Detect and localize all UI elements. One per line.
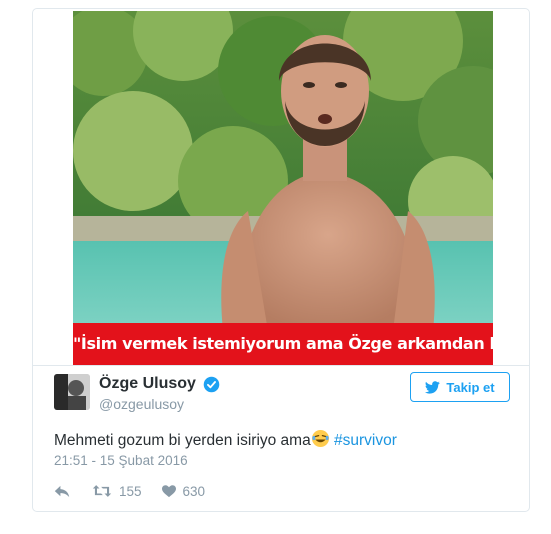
reply-icon [54, 485, 70, 497]
avatar-image [54, 374, 90, 410]
reply-button[interactable] [54, 485, 70, 498]
like-button[interactable]: 630 [161, 483, 206, 499]
verified-badge-icon [203, 376, 220, 393]
author-name[interactable]: Özge Ulusoy [99, 375, 196, 393]
retweet-count: 155 [119, 483, 142, 499]
image-caption: "İsim vermek istemiyorum ama Özge arkamd… [73, 323, 493, 365]
twitter-bird-icon [425, 380, 441, 394]
tweet-card: "İsim vermek istemiyorum ama Özge arkamd… [32, 8, 530, 512]
survivor-scene-image [73, 11, 493, 331]
hashtag-link[interactable]: #survivor [334, 432, 397, 449]
follow-button-label: Takip et [446, 379, 495, 395]
retweet-icon [92, 485, 112, 497]
tweet-body: Mehmeti gozum bi yerden isiriyo ama [54, 432, 311, 449]
laughing-emoji-icon [311, 429, 330, 453]
heart-icon [161, 484, 176, 497]
like-count: 630 [182, 483, 206, 499]
avatar[interactable] [54, 374, 90, 410]
follow-button[interactable]: Takip et [410, 372, 510, 402]
retweet-button[interactable]: 155 [92, 484, 142, 499]
author-handle[interactable]: @ozgeulusoy [99, 396, 184, 412]
tweet-actions: 155 630 [54, 481, 205, 501]
tweet-text: Mehmeti gozum bi yerden isiriyo ama #sur… [54, 429, 397, 453]
tweet-image[interactable]: "İsim vermek istemiyorum ama Özge arkamd… [73, 11, 493, 365]
tweet-timestamp[interactable]: 21:51 - 15 Şubat 2016 [54, 453, 188, 468]
divider [33, 365, 529, 366]
